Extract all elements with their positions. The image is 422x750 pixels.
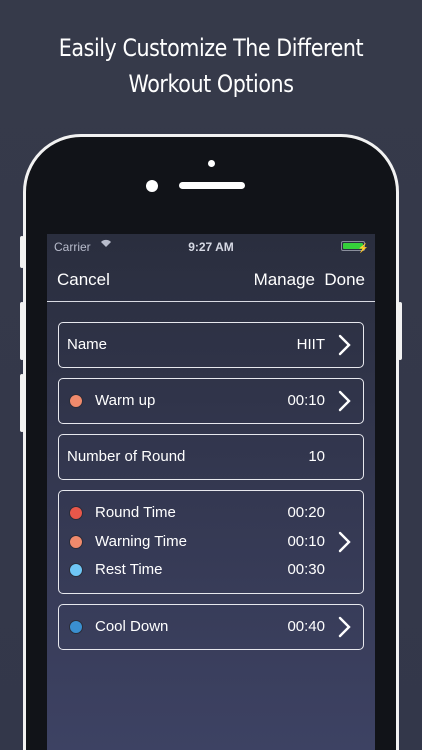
cancel-button[interactable]: Cancel [57, 270, 110, 290]
rounds-card[interactable]: Number of Round 10 [58, 434, 364, 480]
chevron-right-icon [338, 531, 351, 553]
rest-time-value: 00:30 [287, 561, 325, 578]
phone-volume-down-button [20, 374, 24, 432]
cooldown-value: 00:40 [287, 618, 325, 635]
name-label: Name [67, 336, 108, 353]
rounds-label: Number of Round [67, 448, 186, 465]
warmup-label: Warm up [95, 392, 156, 409]
warning-time-color-dot [69, 535, 83, 549]
round-time-color-dot [69, 506, 83, 520]
warmup-row: Warm up 00:10 [59, 391, 363, 411]
rest-time-color-dot [69, 563, 83, 577]
promo-line-2: Workout Options [128, 70, 294, 98]
interval-times-card[interactable]: Round Time 00:20 Warning Time 00:10 Rest… [58, 490, 364, 594]
round-time-label: Round Time [95, 504, 176, 521]
warmup-card[interactable]: Warm up 00:10 [58, 378, 364, 424]
rest-time-row: Rest Time 00:30 [59, 560, 363, 580]
phone-volume-up-button [20, 302, 24, 360]
chevron-right-icon [338, 334, 351, 356]
app-screen: Carrier 9:27 AM ⚡ Cancel Manage Done Nam… [47, 234, 375, 750]
warmup-value: 00:10 [287, 392, 325, 409]
rounds-row: Number of Round 10 [59, 447, 363, 467]
promo-line-1: Easily Customize The Different [58, 34, 364, 62]
manage-button[interactable]: Manage [254, 270, 315, 290]
round-time-row: Round Time 00:20 [59, 503, 363, 523]
promo-headline: Easily Customize The Different Workout O… [30, 30, 393, 102]
status-time: 9:27 AM [188, 240, 234, 254]
cooldown-color-dot [69, 620, 83, 634]
chevron-right-icon [338, 616, 351, 638]
phone-silent-switch [20, 236, 24, 268]
phone-sensor [208, 160, 215, 167]
name-row: Name HIIT [59, 335, 363, 355]
round-time-value: 00:20 [287, 504, 325, 521]
charging-icon: ⚡ [357, 243, 369, 253]
status-bar: Carrier 9:27 AM ⚡ [47, 234, 375, 258]
cooldown-label: Cool Down [95, 618, 169, 635]
phone-camera [146, 180, 158, 192]
warning-time-label: Warning Time [95, 533, 187, 550]
nav-bar: Cancel Manage Done [47, 258, 375, 302]
rest-time-label: Rest Time [95, 561, 163, 578]
chevron-right-icon [338, 390, 351, 412]
phone-power-button [398, 302, 402, 360]
cooldown-card[interactable]: Cool Down 00:40 [58, 604, 364, 650]
done-button[interactable]: Done [324, 270, 365, 290]
warmup-color-dot [69, 394, 83, 408]
name-value: HIIT [296, 336, 325, 353]
rounds-value: 10 [308, 448, 325, 465]
phone-speaker [179, 182, 245, 189]
warning-time-row: Warning Time 00:10 [59, 532, 363, 552]
cooldown-row: Cool Down 00:40 [59, 617, 363, 637]
name-card[interactable]: Name HIIT [58, 322, 364, 368]
warning-time-value: 00:10 [287, 533, 325, 550]
